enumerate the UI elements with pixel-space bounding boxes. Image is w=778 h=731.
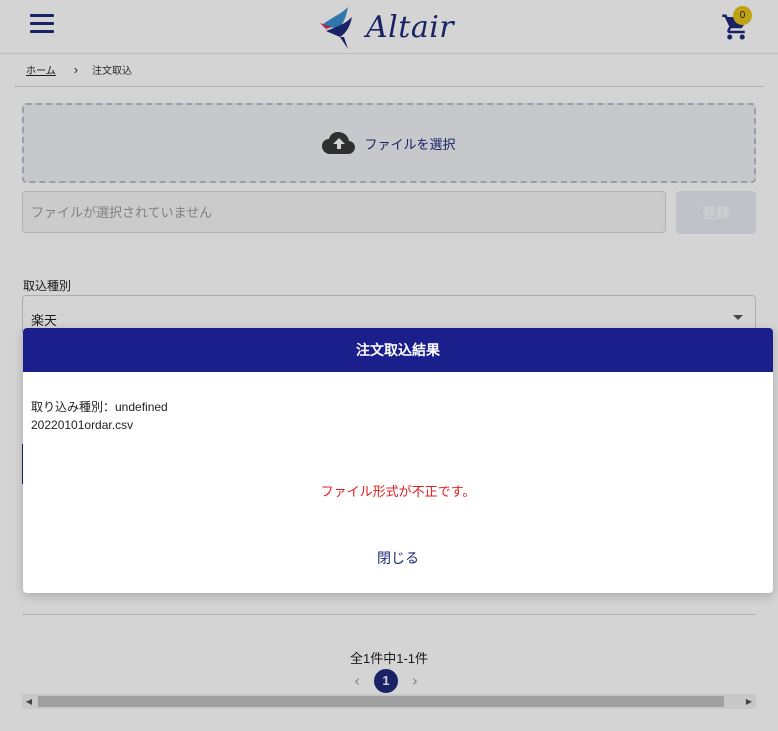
import-type-result: 取り込み種別：undefined xyxy=(31,400,168,414)
error-message: ファイル形式が不正です。 xyxy=(320,484,476,499)
dialog-title: 注文取込結果 xyxy=(23,328,773,372)
close-button[interactable]: 閉じる xyxy=(23,548,773,568)
imported-file-name: 20220101ordar.csv xyxy=(31,418,134,432)
import-result-dialog: 注文取込結果 取り込み種別：undefined 20220101ordar.cs… xyxy=(23,328,773,593)
